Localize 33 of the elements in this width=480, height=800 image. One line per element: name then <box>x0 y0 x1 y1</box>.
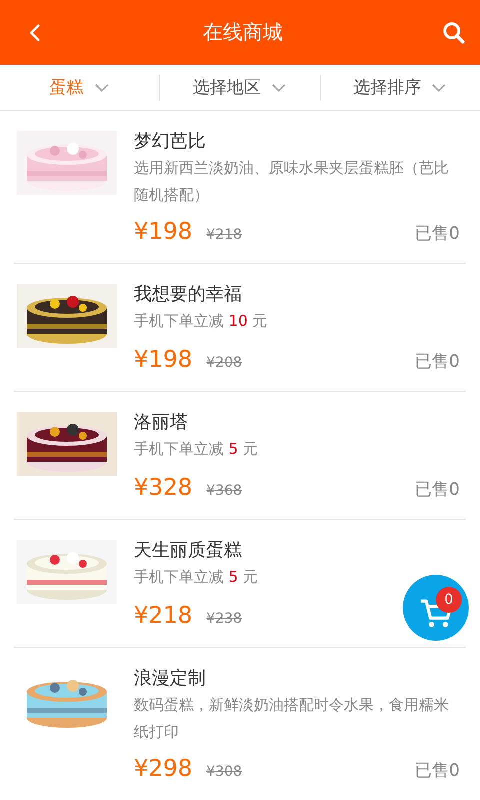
discount-text: 手机下单立减 5 元 <box>134 439 260 460</box>
sold-count: 已售0 <box>415 223 460 245</box>
chevron-down-icon <box>431 82 448 94</box>
cart-button[interactable]: 0 <box>403 575 469 641</box>
original-price: ¥368 <box>206 483 242 499</box>
product-description: 选用新西兰淡奶油、原味水果夹层蛋糕胚（芭比随机搭配） <box>134 158 450 206</box>
product-title[interactable]: 天生丽质蛋糕 <box>134 538 466 564</box>
original-price: ¥218 <box>206 227 242 243</box>
price: ¥328 <box>134 475 193 501</box>
product-description: 数码蛋糕，新鲜淡奶油搭配时令水果，食用糯米纸打印 <box>134 695 450 743</box>
filter-dropdown[interactable]: 选择排序 <box>320 74 480 100</box>
cart-count-badge: 0 <box>436 587 462 613</box>
discount-text: 手机下单立减 5 元 <box>134 567 260 588</box>
discount-text: 手机下单立减 10 元 <box>134 311 269 332</box>
price: ¥198 <box>134 219 193 245</box>
price: ¥218 <box>134 603 193 629</box>
price: ¥298 <box>134 756 193 782</box>
product-title[interactable]: 我想要的幸福 <box>134 282 466 308</box>
chevron-down-icon <box>270 82 287 94</box>
original-price: ¥238 <box>206 611 242 627</box>
original-price: ¥208 <box>206 355 242 371</box>
sold-count: 已售0 <box>415 351 460 373</box>
search-icon[interactable] <box>442 20 466 44</box>
sold-count: 已售0 <box>415 479 460 501</box>
filter-dropdown[interactable]: 选择地区 <box>160 74 321 100</box>
price: ¥198 <box>134 347 193 373</box>
product-title[interactable]: 梦幻芭比 <box>134 129 466 155</box>
page-title: 在线商城 <box>203 19 283 46</box>
product-title[interactable]: 浪漫定制 <box>134 666 466 692</box>
chevron-down-icon <box>94 82 110 94</box>
original-price: ¥308 <box>206 764 242 780</box>
sold-count: 已售0 <box>415 760 460 782</box>
product-title[interactable]: 洛丽塔 <box>134 410 466 436</box>
